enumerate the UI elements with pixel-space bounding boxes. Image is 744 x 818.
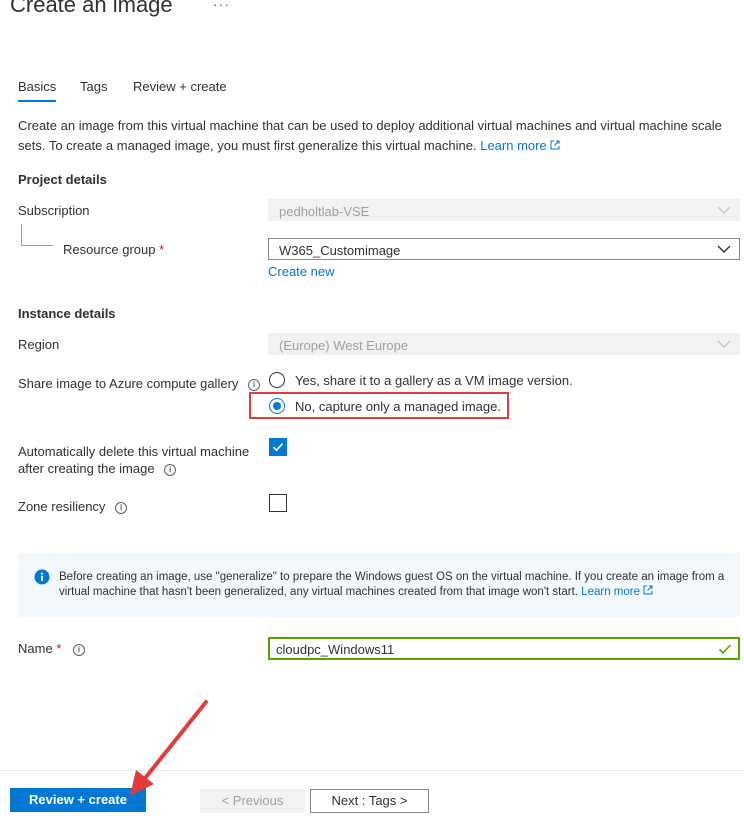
next-tags-button[interactable]: Next : Tags > xyxy=(310,789,429,813)
resource-group-dropdown[interactable]: W365_Customimage xyxy=(268,238,740,260)
valid-check-icon xyxy=(718,644,732,655)
chevron-down-icon xyxy=(717,340,731,348)
subscription-label: Subscription xyxy=(18,203,90,218)
resource-group-label: Resource group * xyxy=(63,242,164,257)
name-label-text: Name xyxy=(18,641,53,656)
tree-connector-vertical xyxy=(21,224,22,246)
learn-more-label: Learn more xyxy=(480,138,547,153)
chevron-down-icon xyxy=(717,245,731,253)
region-dropdown: (Europe) West Europe xyxy=(268,333,740,355)
info-circle-icon xyxy=(34,569,50,585)
resource-group-label-text: Resource group xyxy=(63,242,156,257)
auto-delete-label-line1: Automatically delete this virtual machin… xyxy=(18,444,250,459)
chevron-down-icon xyxy=(717,206,731,214)
share-yes-radio[interactable] xyxy=(269,372,285,388)
info-icon[interactable]: i xyxy=(248,378,261,391)
name-value: cloudpc_Windows11 xyxy=(276,642,395,657)
tab-basics[interactable]: Basics xyxy=(18,79,56,94)
project-details-heading: Project details xyxy=(18,172,107,187)
required-marker: * xyxy=(159,242,165,257)
region-value: (Europe) West Europe xyxy=(279,338,409,353)
auto-delete-label-line2: after creating the image xyxy=(18,461,155,476)
more-options-button[interactable]: ··· xyxy=(213,0,230,12)
region-label: Region xyxy=(18,337,60,352)
share-gallery-label-text: Share image to Azure compute gallery xyxy=(18,376,239,391)
create-new-link[interactable]: Create new xyxy=(268,264,334,279)
share-gallery-label: Share image to Azure compute gallery i xyxy=(18,376,261,391)
info-banner: Before creating an image, use "generaliz… xyxy=(18,553,740,617)
name-label: Name * i xyxy=(18,641,85,656)
annotation-arrow-icon xyxy=(130,700,208,796)
share-no-radio[interactable] xyxy=(269,398,285,414)
required-marker: * xyxy=(56,641,62,656)
subscription-dropdown: pedholtlab-VSE xyxy=(268,199,740,221)
checkmark-icon xyxy=(272,443,284,452)
subscription-value: pedholtlab-VSE xyxy=(279,204,370,219)
external-link-icon xyxy=(643,585,653,595)
info-icon[interactable]: i xyxy=(73,643,85,656)
description: Create an image from this virtual machin… xyxy=(18,116,740,156)
auto-delete-label: Automatically delete this virtual machin… xyxy=(18,443,249,477)
info-learn-more-label: Learn more xyxy=(581,586,640,598)
footer-divider xyxy=(0,770,744,771)
resource-group-value: W365_Customimage xyxy=(279,243,401,258)
tab-tags[interactable]: Tags xyxy=(80,79,107,94)
tree-connector-horizontal xyxy=(21,245,53,246)
zone-resiliency-label: Zone resiliency i xyxy=(18,499,128,514)
info-banner-text-wrap: Before creating an image, use "generaliz… xyxy=(59,570,729,600)
auto-delete-checkbox[interactable] xyxy=(269,438,287,456)
name-input[interactable]: cloudpc_Windows11 xyxy=(268,637,740,660)
tab-review-create[interactable]: Review + create xyxy=(133,79,227,94)
description-text: Create an image from this virtual machin… xyxy=(18,118,722,153)
external-link-icon xyxy=(550,140,560,150)
zone-resiliency-checkbox[interactable] xyxy=(269,494,287,512)
share-yes-label[interactable]: Yes, share it to a gallery as a VM image… xyxy=(295,373,573,388)
info-icon[interactable]: i xyxy=(164,463,177,476)
page-title: Create an image xyxy=(10,0,173,17)
auto-delete-label-line2-row: after creating the image i xyxy=(18,460,249,477)
zone-resiliency-label-text: Zone resiliency xyxy=(18,499,106,514)
share-no-label[interactable]: No, capture only a managed image. xyxy=(295,399,501,414)
learn-more-link[interactable]: Learn more xyxy=(480,138,560,153)
info-learn-more-link[interactable]: Learn more xyxy=(581,585,653,598)
info-icon[interactable]: i xyxy=(115,501,128,514)
active-tab-indicator xyxy=(18,100,56,102)
instance-details-heading: Instance details xyxy=(18,306,116,321)
